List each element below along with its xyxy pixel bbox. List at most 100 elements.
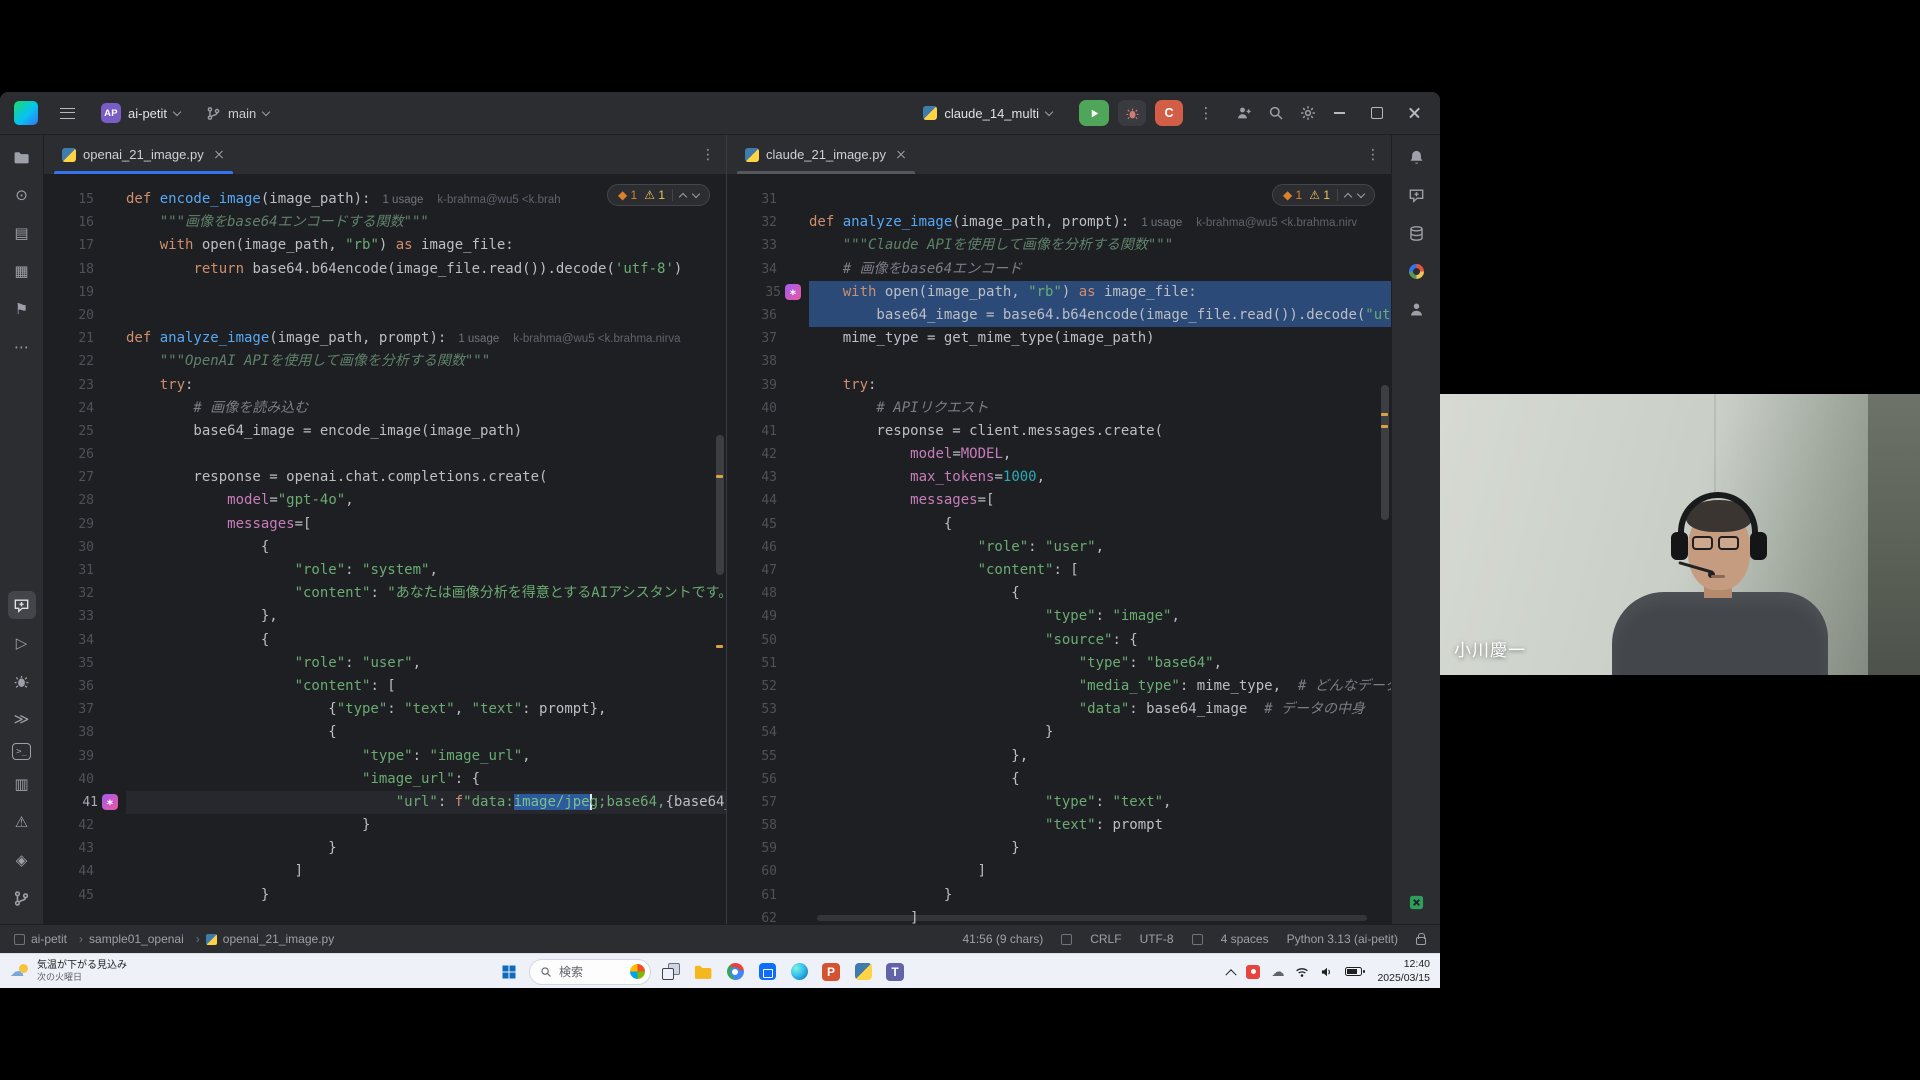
- warning-stripe-mark[interactable]: [716, 475, 723, 478]
- code-editor-right[interactable]: ◆ 1 ⚠ 1 3132def analyze_image(image_path…: [727, 175, 1391, 924]
- inspections-widget[interactable]: ◆ 1 ⚠ 1: [1272, 184, 1375, 206]
- vcs-branch-widget[interactable]: main: [198, 102, 277, 125]
- teams-icon[interactable]: T: [882, 959, 908, 985]
- collaboration-icon[interactable]: [1402, 295, 1430, 323]
- main-menu-icon[interactable]: [60, 108, 75, 119]
- ai-assistant-icon[interactable]: [8, 591, 36, 619]
- statusbar-widget-icon[interactable]: [1061, 934, 1072, 945]
- inspections-widget[interactable]: ◆ 1 ⚠ 1: [607, 184, 710, 206]
- readonly-lock-icon[interactable]: [1416, 937, 1426, 945]
- powerpoint-icon[interactable]: P: [818, 959, 844, 985]
- code-line-47[interactable]: 47 "content": [: [727, 559, 1391, 582]
- code-line-28[interactable]: 28 model="gpt-4o",: [44, 489, 726, 512]
- scrollbar-thumb[interactable]: [716, 435, 724, 575]
- code-line-16[interactable]: 16 """画像をbase64エンコードする関数""": [44, 211, 726, 234]
- code-line-24[interactable]: 24 # 画像を読み込む: [44, 397, 726, 420]
- code-line-39[interactable]: 39 try:: [727, 374, 1391, 397]
- code-line-55[interactable]: 55 },: [727, 745, 1391, 768]
- code-line-41[interactable]: 41 response = client.messages.create(: [727, 420, 1391, 443]
- statusbar-widget-icon[interactable]: [1192, 934, 1203, 945]
- code-line-54[interactable]: 54 }: [727, 721, 1391, 744]
- code-line-32[interactable]: 32def analyze_image(image_path, prompt):…: [727, 211, 1391, 234]
- code-line-45[interactable]: 45 {: [727, 513, 1391, 536]
- code-line-18[interactable]: 18 return base64.b64encode(image_file.re…: [44, 258, 726, 281]
- code-line-25[interactable]: 25 base64_image = encode_image(image_pat…: [44, 420, 726, 443]
- code-line-23[interactable]: 23 try:: [44, 374, 726, 397]
- file-explorer-icon[interactable]: [690, 959, 716, 985]
- debug-button[interactable]: [1118, 100, 1146, 126]
- network-icon[interactable]: [1295, 965, 1309, 979]
- notifications-icon[interactable]: [1402, 143, 1430, 171]
- usages-inlay[interactable]: 1 usage: [382, 194, 423, 206]
- code-line-48[interactable]: 48 {: [727, 582, 1391, 605]
- commit-icon[interactable]: ⊙: [8, 181, 36, 209]
- terminal-icon[interactable]: >_: [12, 743, 31, 760]
- horizontal-scrollbar[interactable]: [817, 915, 1367, 921]
- more-tools-icon[interactable]: ⋯: [8, 333, 36, 361]
- settings-gear-icon[interactable]: [1300, 105, 1316, 121]
- line-separator-widget[interactable]: CRLF: [1090, 932, 1121, 946]
- battery-icon[interactable]: [1345, 967, 1362, 976]
- database-icon[interactable]: [1402, 219, 1430, 247]
- start-button[interactable]: [496, 959, 522, 985]
- code-line-58[interactable]: 58 "text": prompt: [727, 814, 1391, 837]
- window-maximize-button[interactable]: [1362, 99, 1392, 127]
- code-line-39[interactable]: 39 "type": "image_url",: [44, 745, 726, 768]
- encoding-widget[interactable]: UTF-8: [1140, 932, 1174, 946]
- run-tool-icon[interactable]: ▷: [8, 629, 36, 657]
- code-line-19[interactable]: 19: [44, 281, 726, 304]
- code-line-51[interactable]: 51 "type": "base64",: [727, 652, 1391, 675]
- edge-icon[interactable]: [786, 959, 812, 985]
- code-line-45[interactable]: 45 }: [44, 884, 726, 907]
- code-line-29[interactable]: 29 messages=[: [44, 513, 726, 536]
- search-everywhere-icon[interactable]: [1268, 105, 1284, 121]
- code-line-43[interactable]: 43 max_tokens=1000,: [727, 466, 1391, 489]
- usages-inlay[interactable]: 1 usage: [458, 333, 499, 345]
- code-line-32[interactable]: 32 "content": "あなたは画像分析を得意とするAIアシスタントです。…: [44, 582, 726, 605]
- run-configuration-selector[interactable]: claude_14_multi: [915, 102, 1060, 125]
- tray-expand-icon[interactable]: [1227, 968, 1235, 976]
- next-problem-icon[interactable]: [692, 190, 700, 198]
- code-line-50[interactable]: 50 "source": {: [727, 629, 1391, 652]
- vcs-author-inlay[interactable]: k-brahma@wu5 <k.brah: [437, 194, 560, 206]
- prev-problem-icon[interactable]: [1344, 192, 1352, 200]
- vcs-author-inlay[interactable]: k-brahma@wu5 <k.brahma.nirva: [513, 333, 680, 345]
- code-line-38[interactable]: 38: [727, 350, 1391, 373]
- scrollbar-thumb[interactable]: [1381, 385, 1389, 520]
- gradient-tool-icon[interactable]: [1402, 257, 1430, 285]
- code-line-26[interactable]: 26: [44, 443, 726, 466]
- code-line-60[interactable]: 60 ]: [727, 860, 1391, 883]
- code-line-61[interactable]: 61 }: [727, 884, 1391, 907]
- tab-openai-21-image[interactable]: openai_21_image.py: [52, 135, 235, 174]
- python-app-icon[interactable]: [850, 959, 876, 985]
- task-view-icon[interactable]: [658, 959, 684, 985]
- code-line-56[interactable]: 56 {: [727, 768, 1391, 791]
- code-line-59[interactable]: 59 }: [727, 837, 1391, 860]
- next-problem-icon[interactable]: [1357, 190, 1365, 198]
- tab-close-icon[interactable]: [213, 149, 225, 161]
- code-line-17[interactable]: 17 with open(image_path, "rb") as image_…: [44, 234, 726, 257]
- code-line-37[interactable]: 37 {"type": "text", "text": prompt},: [44, 698, 726, 721]
- bookmarks-icon[interactable]: ⚑: [8, 295, 36, 323]
- volume-icon[interactable]: [1320, 965, 1334, 979]
- security-center-icon[interactable]: [1246, 965, 1260, 979]
- breadcrumb-folder[interactable]: sample01_openai: [89, 932, 200, 946]
- code-line-33[interactable]: 33 },: [44, 605, 726, 628]
- code-line-40[interactable]: 40 # APIリクエスト: [727, 397, 1391, 420]
- code-with-me-icon[interactable]: [1236, 105, 1252, 121]
- spreadsheet-tool-icon[interactable]: [1402, 888, 1430, 916]
- tab-options-icon[interactable]: [700, 146, 716, 164]
- code-line-30[interactable]: 30 {: [44, 536, 726, 559]
- version-control-icon[interactable]: [8, 884, 36, 912]
- breadcrumb-project[interactable]: ai-petit: [31, 932, 83, 946]
- code-editor-left[interactable]: ◆ 1 ⚠ 1 15def encode_image(image_path):1…: [44, 175, 726, 924]
- code-line-20[interactable]: 20: [44, 304, 726, 327]
- python-packages-icon[interactable]: ▥: [8, 770, 36, 798]
- window-close-button[interactable]: [1400, 99, 1430, 127]
- python-interpreter-widget[interactable]: Python 3.13 (ai-petit): [1287, 932, 1398, 946]
- breadcrumb-file[interactable]: openai_21_image.py: [206, 932, 334, 946]
- code-line-44[interactable]: 44 messages=[: [727, 489, 1391, 512]
- structure-icon[interactable]: ▤: [8, 219, 36, 247]
- project-widget[interactable]: AP ai-petit: [93, 99, 188, 127]
- code-line-40[interactable]: 40 "image_url": {: [44, 768, 726, 791]
